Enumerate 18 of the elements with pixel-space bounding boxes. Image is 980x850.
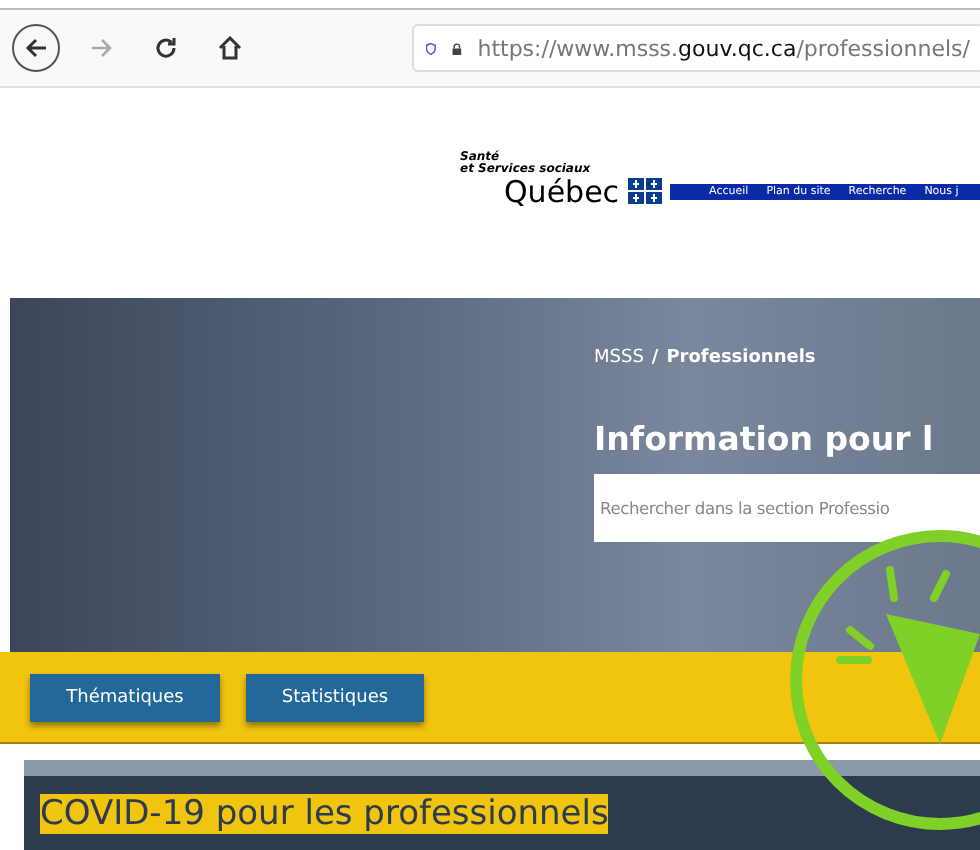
shield-icon <box>426 37 436 59</box>
category-button[interactable]: Statistiques <box>246 673 424 721</box>
breadcrumb-link[interactable]: MSSS <box>594 348 644 368</box>
search-field[interactable]: Rechercher dans la section Professio <box>594 474 980 542</box>
category-button[interactable]: Thématiques <box>30 673 220 721</box>
back-arrow-icon <box>24 36 48 60</box>
address-bar[interactable]: https://www.msss.gouv.qc.ca/professionnels/ <box>412 24 980 72</box>
breadcrumb-current: Professionnels <box>666 348 816 368</box>
forward-arrow-icon <box>90 36 114 60</box>
back-button[interactable] <box>12 24 60 72</box>
url-text: https://www.msss.gouv.qc.ca/professionnels/ <box>477 35 970 61</box>
flag-icon <box>627 178 662 204</box>
breadcrumb-separator: / <box>651 348 659 368</box>
section-heading: COVID-19 pour les professionnels <box>40 793 609 833</box>
home-icon <box>218 36 242 60</box>
page-title: Information pour l <box>594 420 936 458</box>
reload-icon <box>154 36 178 60</box>
lock-icon <box>451 37 462 59</box>
